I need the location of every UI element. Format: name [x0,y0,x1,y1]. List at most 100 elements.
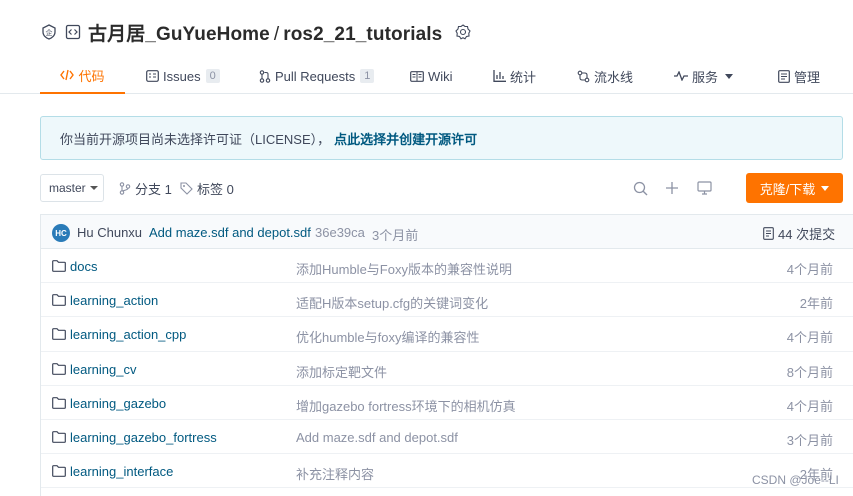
tab-label: 代码 [78,68,105,84]
service-icon [674,71,688,81]
tab-manage[interactable]: 管理 [778,58,820,94]
tab-service[interactable]: 服务 [674,58,734,94]
file-row: learning_gazebo_fortress Add maze.sdf an… [41,420,853,455]
enterprise-shield-icon: 企 [40,23,58,41]
commits-icon [763,227,774,240]
search-icon[interactable] [631,179,649,197]
tab-label: 服务 [692,69,719,85]
file-commit-message[interactable]: 添加Humble与Foxy版本的兼容性说明 [296,259,512,278]
tab-pull-requests[interactable]: Pull Requests 1 [259,58,375,94]
wiki-icon [410,70,424,82]
tab-label: 统计 [510,69,537,85]
clone-download-button[interactable]: 克隆/下载 [746,173,843,203]
file-row: learning_action 适配H版本setup.cfg的关键词变化 2年前 [41,283,853,318]
tag-icon [180,181,193,195]
folder-icon [52,431,66,443]
tab-label: 管理 [794,69,821,85]
tab-pipeline[interactable]: 流水线 [577,58,633,94]
tab-label: Wiki [428,68,453,84]
file-commit-time: 8个月前 [786,364,833,380]
file-name-link[interactable]: learning_interface [70,464,173,479]
file-name-link[interactable]: learning_gazebo_fortress [70,430,217,445]
clone-download-label: 克隆/下载 [759,181,816,197]
file-commit-time: 4个月前 [786,330,833,346]
file-commit-time: 4个月前 [786,398,833,414]
add-file-icon[interactable] [663,179,681,197]
pull-request-icon [259,69,271,83]
repo-code-icon [64,23,82,41]
file-commit-message[interactable]: 适配H版本setup.cfg的关键词变化 [296,293,488,312]
file-name-link[interactable]: learning_gazebo [70,396,166,411]
file-commit-time: 4个月前 [786,262,833,277]
repo-tabs: 代码 Issues 0 Pull Requests 1 Wiki 统计 流水线 … [40,58,853,94]
chevron-down-icon [821,185,830,191]
commit-message-link[interactable]: Add maze.sdf and depot.sdf [149,225,311,240]
license-notice-text: 你当前开源项目尚未选择许可证（LICENSE）， [60,131,331,147]
code-icon [60,69,75,81]
file-commit-time: 2年前 [799,296,833,312]
file-list: HC Hu Chunxu Add maze.sdf and depot.sdf … [40,214,853,496]
folder-icon [52,294,66,307]
recommend-badge-icon[interactable] [454,23,472,41]
repo-header: 企 古月居_GuYueHome / ros2_21_tutorials 代码 Iss… [0,0,853,94]
tab-issues[interactable]: Issues 0 [146,58,220,94]
repo-name-link[interactable]: ros2_21_tutorials [283,24,442,45]
commit-time: 3个月前 [372,228,419,243]
repo-title-separator: / [273,23,280,45]
chevron-down-icon [725,73,734,79]
manage-icon [778,69,790,83]
file-row: learning_interface 补充注释内容 2年前 [41,454,853,489]
file-row: learning_gazebo 增加gazebo fortress环境下的相机仿… [41,386,853,420]
csdn-watermark: CSDN @Joe--LI [752,473,839,487]
license-notice: 你当前开源项目尚未选择许可证（LICENSE）， 点此选择并创建开源许可 [40,116,843,160]
issues-count-badge: 0 [205,69,220,83]
file-name-link[interactable]: docs [70,259,97,274]
branch-select[interactable]: master [40,174,104,202]
pull-requests-count-badge: 1 [360,69,375,83]
branch-select-value: master [49,181,86,195]
commit-count: 44 次提交 [778,227,836,242]
svg-text:企: 企 [46,28,53,37]
repo-title-row: 企 古月居_GuYueHome / ros2_21_tutorials [40,19,472,46]
tab-code[interactable]: 代码 [40,58,125,94]
tags-count: 标签 0 [197,181,234,197]
file-name-link[interactable]: learning_action [70,293,158,308]
file-commit-time: 3个月前 [786,432,833,448]
repo-title: 古月居_GuYueHome / ros2_21_tutorials [88,19,442,46]
file-row: docs 添加Humble与Foxy版本的兼容性说明 4个月前 [41,249,853,284]
tab-label: Pull Requests [275,68,356,84]
folder-icon [52,328,66,341]
repo-owner-link[interactable]: 古月居_GuYueHome [88,24,270,45]
file-name-link[interactable]: learning_cv [70,362,137,377]
tags-link[interactable]: 标签 0 [180,174,234,202]
commit-sha[interactable]: 36e39ca [315,225,365,240]
file-commit-message[interactable]: 添加标定靶文件 [296,362,387,381]
avatar[interactable]: HC [52,224,70,242]
issues-icon [146,70,159,82]
file-commit-message[interactable]: Add maze.sdf and depot.sdf [296,430,458,445]
file-row: learning_action_cpp 优化humble与foxy编译的兼容性 … [41,317,853,352]
folder-icon [52,260,66,272]
create-license-link[interactable]: 点此选择并创建开源许可 [334,129,477,148]
folder-icon [52,362,66,375]
latest-commit-row: HC Hu Chunxu Add maze.sdf and depot.sdf … [41,215,853,249]
tab-wiki[interactable]: Wiki [410,58,453,94]
folder-icon [52,465,66,478]
file-commit-message[interactable]: 增加gazebo fortress环境下的相机仿真 [296,396,516,415]
repo-toolbar: master 分支 1 标签 0 克隆/下载 [40,173,843,203]
commit-author[interactable]: Hu Chunxu [77,225,142,240]
tab-label: Issues [163,68,201,84]
branch-icon [119,181,131,195]
file-commit-message[interactable]: 优化humble与foxy编译的兼容性 [296,327,479,346]
commit-count-link[interactable]: 44 次提交 [763,224,835,243]
branches-count: 分支 1 [135,181,172,197]
web-ide-icon[interactable] [695,179,713,197]
tab-stats[interactable]: 统计 [493,58,536,94]
branches-link[interactable]: 分支 1 [119,174,172,202]
file-name-link[interactable]: learning_action_cpp [70,327,186,342]
stats-icon [493,70,506,82]
tab-label: 流水线 [594,69,634,85]
file-commit-message[interactable]: 补充注释内容 [296,464,374,483]
folder-icon [52,396,66,409]
pipeline-icon [577,70,590,83]
